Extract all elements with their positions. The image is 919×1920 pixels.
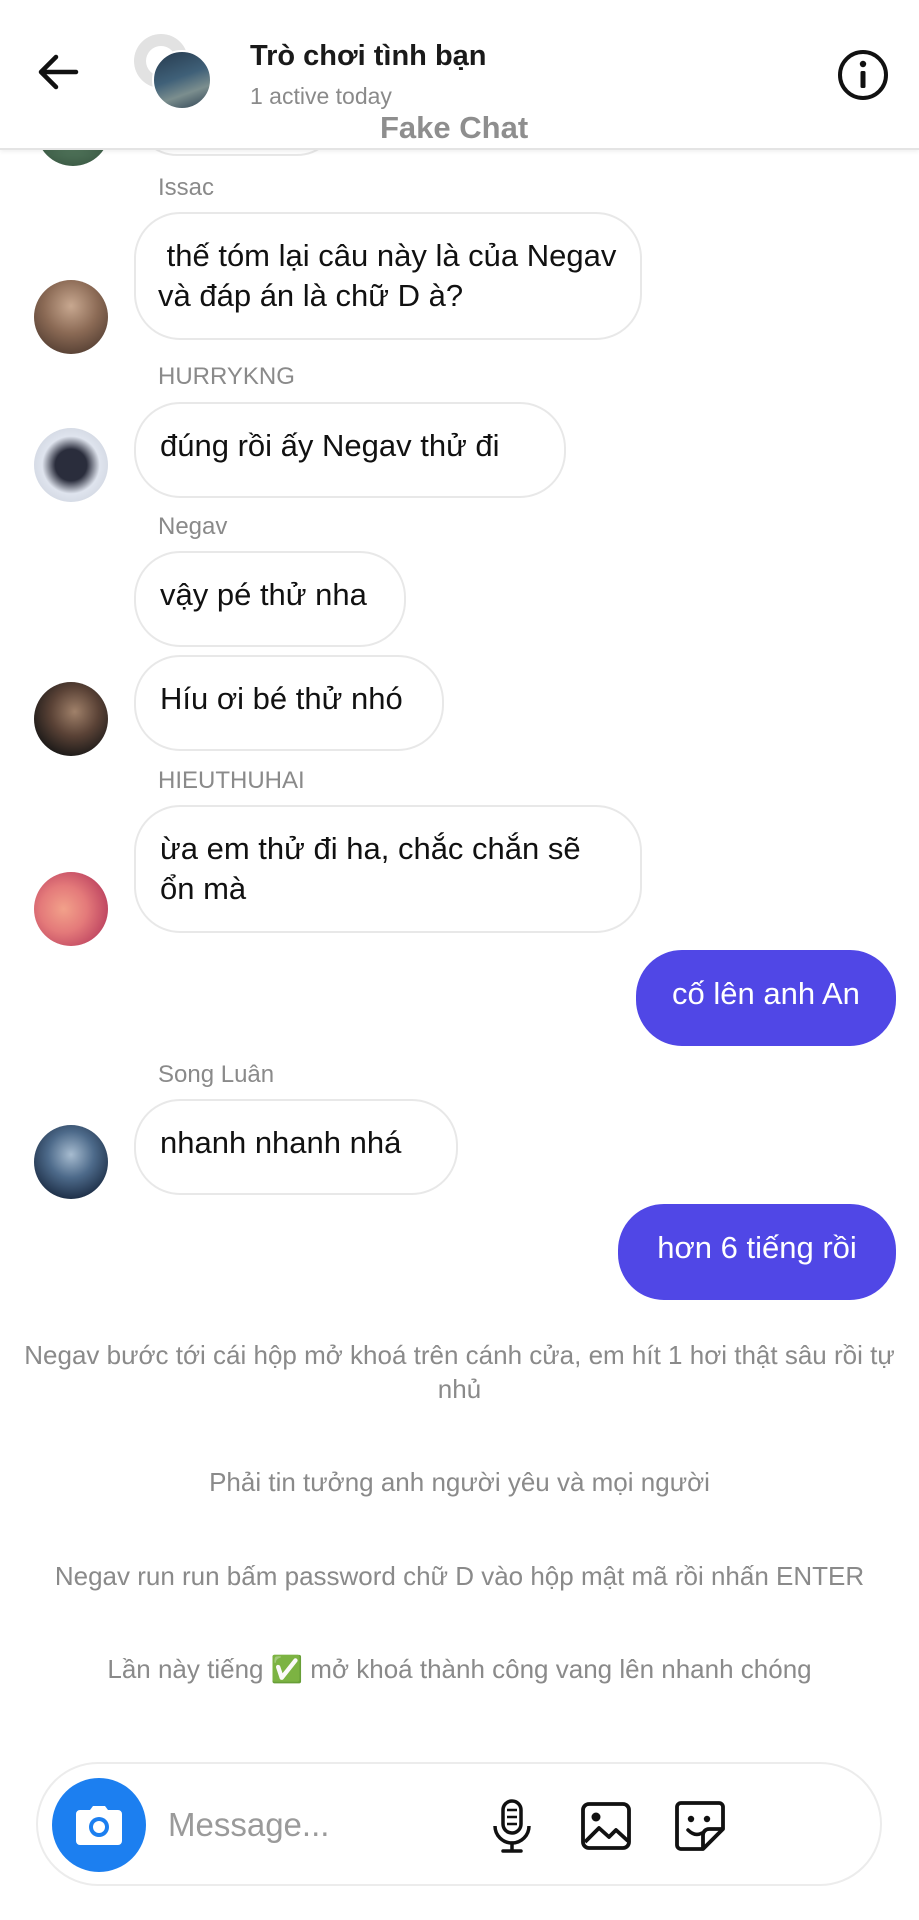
watermark-label: Fake Chat — [380, 110, 529, 145]
avatar[interactable] — [34, 872, 108, 946]
message-bubble[interactable]: nhanh nhanh nhá — [134, 1099, 458, 1195]
avatar[interactable] — [34, 682, 108, 756]
image-icon — [581, 1802, 631, 1850]
sender-name: HURRYKNG — [158, 363, 295, 390]
camera-button[interactable] — [52, 1778, 146, 1872]
avatar[interactable] — [34, 428, 108, 502]
info-button[interactable] — [836, 48, 890, 102]
microphone-icon — [493, 1799, 531, 1853]
message-input[interactable] — [168, 1798, 498, 1852]
sender-name: Issac — [158, 174, 215, 201]
back-button[interactable] — [30, 44, 86, 100]
active-status: 1 active today — [250, 83, 392, 109]
narration-text: Phải tin tưởng anh người yêu và mọi ngườ… — [209, 1467, 710, 1497]
message-bubble[interactable]: vậy pé thử nha — [134, 551, 406, 647]
narration-text: Negav run run bấm password chữ D vào hộp… — [54, 1561, 865, 1591]
outgoing-message-bubble[interactable]: cố lên anh An — [636, 950, 896, 1046]
avatar[interactable] — [34, 1125, 108, 1199]
avatar[interactable] — [34, 280, 108, 354]
message-composer — [36, 1762, 882, 1886]
sticker-button[interactable] — [670, 1796, 730, 1856]
chat-title[interactable]: Trò chơi tình bạn — [250, 40, 487, 73]
message-bubble[interactable]: thế tóm lại câu này là của Negav và đáp … — [134, 212, 642, 340]
camera-icon — [76, 1806, 122, 1845]
sender-name: HIEUTHUHAI — [158, 767, 305, 794]
message-bubble[interactable]: đúng rồi ấy Negav thử đi — [134, 402, 566, 498]
arrow-left-icon — [38, 54, 79, 90]
group-avatar[interactable] — [134, 34, 212, 112]
sender-name: Song Luân — [158, 1061, 275, 1088]
sticker-icon — [675, 1801, 725, 1851]
sender-name: Negav — [158, 513, 228, 540]
group-photo — [152, 50, 212, 110]
info-icon — [838, 50, 888, 100]
narration-text: Negav bước tới cái hộp mở khoá trên cánh… — [24, 1340, 895, 1404]
microphone-button[interactable] — [482, 1796, 542, 1856]
narration-text: Lần này tiếng ✅ mở khoá thành công vang … — [107, 1654, 812, 1684]
message-list[interactable]: Issac thế tóm lại câu này là của Negav v… — [0, 0, 919, 1760]
message-bubble[interactable]: ừa em thử đi ha, chắc chắn sẽ ổn mà — [134, 805, 642, 933]
outgoing-message-bubble[interactable]: hơn 6 tiếng rồi — [618, 1204, 896, 1300]
gallery-button[interactable] — [576, 1796, 636, 1856]
message-bubble[interactable]: Híu ơi bé thử nhó — [134, 655, 444, 751]
